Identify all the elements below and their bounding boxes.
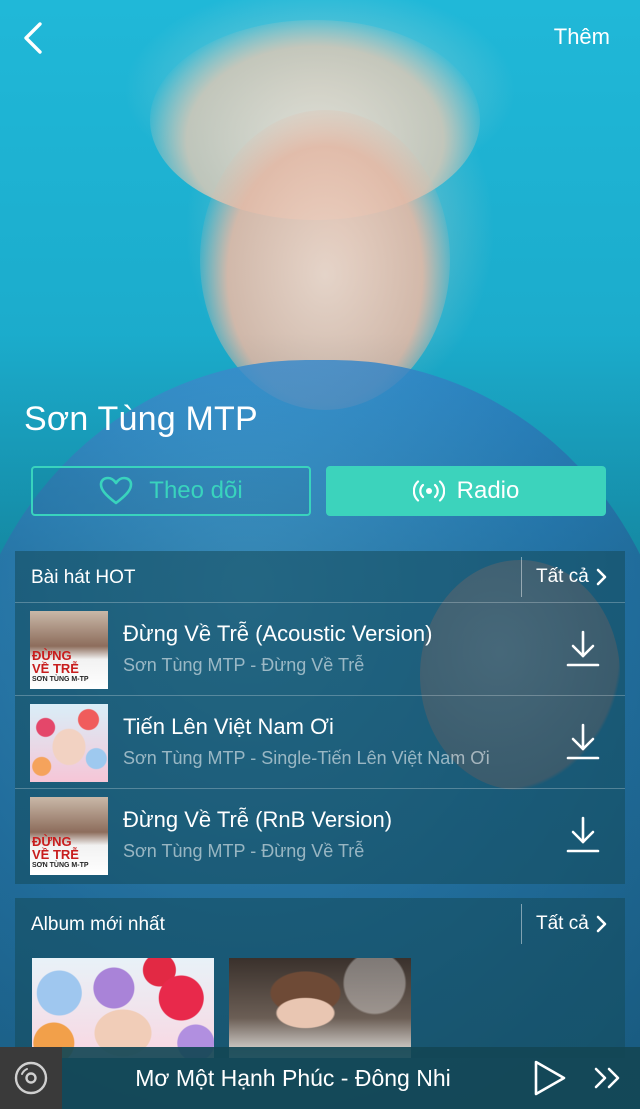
now-playing-title[interactable]: Mơ Một Hạnh Phúc - Đông Nhi bbox=[62, 1047, 524, 1109]
follow-label: Theo dõi bbox=[149, 477, 243, 504]
hot-songs-see-all-button[interactable]: Tất cả bbox=[536, 566, 607, 588]
now-playing-artwork[interactable] bbox=[0, 1047, 62, 1109]
header-divider bbox=[521, 557, 522, 597]
header-divider bbox=[521, 904, 522, 944]
hot-songs-title: Bài hát HOT bbox=[31, 567, 136, 588]
follow-button[interactable]: Theo dõi bbox=[31, 466, 311, 516]
album-cover[interactable] bbox=[229, 958, 411, 1058]
download-icon bbox=[566, 723, 600, 760]
hot-songs-panel: Bài hát HOT Tất cả ĐỪNG VỀ TRỄ SƠN TÙNG … bbox=[15, 551, 625, 884]
play-button[interactable] bbox=[530, 1059, 568, 1097]
albums-see-all-button[interactable]: Tất cả bbox=[536, 913, 607, 935]
song-row[interactable]: ĐỪNG VỀ TRỄ SƠN TÙNG M-TP Đừng Về Trễ (A… bbox=[15, 603, 625, 696]
radio-button[interactable]: Radio bbox=[326, 466, 606, 516]
download-icon bbox=[566, 630, 600, 667]
chevron-right-icon bbox=[596, 915, 607, 933]
new-albums-header: Album mới nhất Tất cả bbox=[15, 898, 625, 950]
disc-icon bbox=[14, 1061, 48, 1095]
song-thumbnail bbox=[30, 704, 108, 782]
download-button[interactable] bbox=[565, 815, 601, 855]
song-thumbnail: ĐỪNG VỀ TRỄ SƠN TÙNG M-TP bbox=[30, 797, 108, 875]
download-button[interactable] bbox=[565, 629, 601, 669]
chevron-left-icon bbox=[24, 22, 42, 54]
radio-label: Radio bbox=[456, 477, 520, 504]
album-cover[interactable] bbox=[32, 958, 214, 1058]
download-icon bbox=[566, 816, 600, 853]
song-title: Đừng Về Trễ (RnB Version) bbox=[123, 807, 393, 832]
artist-screen: Thêm Sơn Tùng MTP Theo dõi Radio Bài hát… bbox=[0, 0, 640, 1109]
play-icon bbox=[534, 1060, 566, 1096]
new-albums-title: Album mới nhất bbox=[31, 914, 165, 935]
top-bar: Thêm bbox=[0, 0, 640, 76]
radio-broadcast-icon bbox=[412, 480, 445, 502]
fast-forward-icon bbox=[594, 1067, 620, 1089]
song-title: Tiến Lên Việt Nam Ơi bbox=[123, 714, 334, 739]
mini-player: Mơ Một Hạnh Phúc - Đông Nhi bbox=[0, 1047, 640, 1109]
more-button[interactable]: Thêm bbox=[554, 24, 610, 50]
song-subtitle: Sơn Tùng MTP - Single-Tiến Lên Việt Nam … bbox=[123, 748, 490, 768]
song-subtitle: Sơn Tùng MTP - Đừng Về Trễ bbox=[123, 655, 365, 675]
chevron-right-icon bbox=[596, 568, 607, 586]
song-thumbnail: ĐỪNG VỀ TRỄ SƠN TÙNG M-TP bbox=[30, 611, 108, 689]
next-button[interactable] bbox=[592, 1063, 626, 1093]
heart-outline-icon bbox=[99, 476, 133, 505]
song-row[interactable]: Tiến Lên Việt Nam Ơi Sơn Tùng MTP - Sing… bbox=[15, 696, 625, 789]
download-button[interactable] bbox=[565, 722, 601, 762]
song-row[interactable]: ĐỪNG VỀ TRỄ SƠN TÙNG M-TP Đừng Về Trễ (R… bbox=[15, 789, 625, 882]
see-all-label: Tất cả bbox=[536, 913, 589, 934]
hot-songs-header: Bài hát HOT Tất cả bbox=[15, 551, 625, 603]
see-all-label: Tất cả bbox=[536, 566, 589, 587]
back-button[interactable] bbox=[14, 16, 54, 60]
song-subtitle: Sơn Tùng MTP - Đừng Về Trễ bbox=[123, 841, 365, 861]
artist-name: Sơn Tùng MTP bbox=[24, 400, 258, 438]
new-albums-panel: Album mới nhất Tất cả bbox=[15, 898, 625, 1058]
song-title: Đừng Về Trễ (Acoustic Version) bbox=[123, 621, 433, 646]
